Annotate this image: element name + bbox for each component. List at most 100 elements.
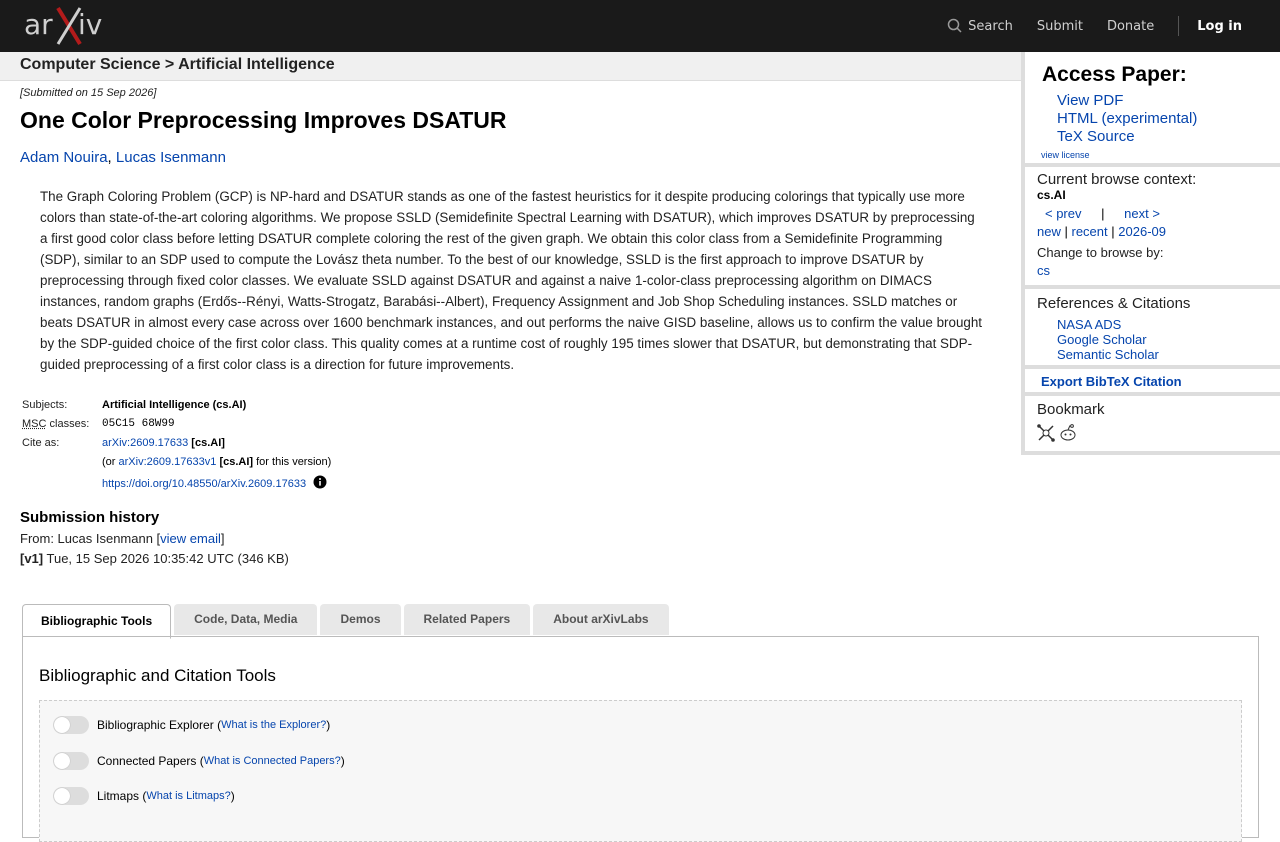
submission-date: [Submitted on 15 Sep 2026] [20,87,156,99]
breadcrumb-text: Computer Science > Artificial Intelligen… [20,56,335,74]
pipe-separator: | [1111,224,1114,239]
tool-help-link[interactable]: What is Litmaps? [146,790,230,802]
info-icon[interactable] [313,475,327,489]
toggle-switch[interactable] [53,752,89,770]
prev-next-nav: < prev | next > [1045,206,1160,221]
tab-bibliographic-tools[interactable]: Bibliographic Tools [22,604,171,639]
paper-title: One Color Preprocessing Improves DSATUR [20,107,507,134]
msc-value: 05C15 68W99 [100,417,333,436]
tool-row: Litmaps (What is Litmaps?) [53,787,235,805]
cite-category: [cs.AI] [191,437,225,449]
tool-label: Connected Papers [97,754,196,768]
semantic-scholar-link[interactable]: Semantic Scholar [1057,347,1159,362]
msc-classes-label: classes: [50,418,90,430]
divider [1025,451,1280,455]
svg-text:ar: ar [24,8,53,41]
header-bar: ar iv Search Submit Donate Log in [0,0,1280,52]
arxiv-logo[interactable]: ar iv [24,6,114,46]
cite-link[interactable]: arXiv:2609.17633 [102,437,188,449]
nasa-ads-link[interactable]: NASA ADS [1057,317,1121,332]
tool-help-link[interactable]: What is Connected Papers? [204,755,341,767]
toggle-switch[interactable] [53,716,89,734]
bookmark-heading: Bookmark [1037,401,1105,418]
top-nav: Search Submit Donate Log in [947,0,1280,52]
breadcrumb: Computer Science > Artificial Intelligen… [0,52,1021,81]
nav-divider [1178,16,1179,36]
subjects-value: Artificial Intelligence (cs.AI) [102,399,246,411]
submission-history-heading: Submission history [20,509,159,526]
tools-box: Bibliographic Explorer (What is the Expl… [39,700,1242,842]
version-line: [v1] Tue, 15 Sep 2026 10:35:42 UTC (346 … [20,551,289,566]
cite-or: (or [102,456,115,468]
browse-context-heading: Current browse context: [1037,171,1196,188]
author-link[interactable]: Adam Nouira [20,149,108,166]
next-link[interactable]: next > [1124,206,1160,221]
login-link[interactable]: Log in [1197,19,1242,34]
cite-version-link[interactable]: arXiv:2609.17633v1 [119,456,217,468]
tool-help-link[interactable]: What is the Explorer? [221,719,326,731]
references-heading: References & Citations [1037,295,1190,312]
svg-text:iv: iv [78,8,102,41]
submit-link[interactable]: Submit [1037,19,1083,34]
tab-demos[interactable]: Demos [320,604,400,635]
change-browse-label: Change to browse by: [1037,245,1163,260]
msc-abbr: MSC [22,418,46,430]
from-label: From: Lucas Isenmann [ [20,531,160,546]
toggle-switch[interactable] [53,787,89,805]
doi-link[interactable]: https://doi.org/10.48550/arXiv.2609.1763… [102,478,306,490]
version-date: Tue, 15 Sep 2026 10:35:42 UTC (346 KB) [47,551,289,566]
sidebar: Access Paper: View PDF HTML (experimenta… [1021,52,1280,455]
divider [1025,285,1280,289]
author-list: Adam Nouira, Lucas Isenmann [20,149,226,166]
prev-link[interactable]: < prev [1045,206,1082,221]
license-link[interactable]: view license [1041,150,1090,160]
cite-suffix: for this version) [256,456,331,468]
access-heading: Access Paper: [1042,63,1187,87]
search-link[interactable]: Search [947,18,1013,34]
pipe-separator: | [1064,224,1067,239]
metadata-table: Subjects: Artificial Intelligence (cs.AI… [20,398,333,493]
labs-tabs: Bibliographic Tools Code, Data, Media De… [22,604,672,637]
bookmark-icons [1037,424,1077,442]
tab-code-data-media[interactable]: Code, Data, Media [174,604,317,635]
access-links: View PDF HTML (experimental) TeX Source [1057,92,1197,146]
html-link[interactable]: HTML (experimental) [1057,110,1197,127]
tool-label: Litmaps [97,789,139,803]
subjects-label: Subjects: [20,398,100,417]
cite-label: Cite as: [20,436,100,455]
google-scholar-link[interactable]: Google Scholar [1057,332,1147,347]
divider [1025,163,1280,167]
tex-source-link[interactable]: TeX Source [1057,128,1135,145]
tab-related-papers[interactable]: Related Papers [404,604,531,635]
references-links: NASA ADS Google Scholar Semantic Scholar [1057,317,1159,362]
view-email-link[interactable]: view email [160,531,221,546]
browse-context-category: cs.AI [1037,188,1066,202]
tab-about-arxivlabs[interactable]: About arXivLabs [533,604,668,635]
tab-panel: Bibliographic and Citation Tools Bibliog… [22,636,1259,838]
pipe-separator: | [1101,206,1104,221]
listing-links: new | recent | 2026-09 [1037,224,1166,239]
bibsonomy-icon[interactable] [1037,424,1055,442]
tool-label: Bibliographic Explorer [97,718,214,732]
from-close: ] [221,531,225,546]
tool-row: Bibliographic Explorer (What is the Expl… [53,716,330,734]
divider [1025,392,1280,396]
export-bibtex-link[interactable]: Export BibTeX Citation [1041,374,1182,389]
submitter-line: From: Lucas Isenmann [view email] [20,531,224,546]
author-link[interactable]: Lucas Isenmann [116,149,226,166]
version-tag: [v1] [20,551,43,566]
tool-row: Connected Papers (What is Connected Pape… [53,752,345,770]
reddit-icon[interactable] [1059,424,1077,442]
new-link[interactable]: new [1037,224,1061,239]
cite-version-category: [cs.AI] [219,456,253,468]
donate-link[interactable]: Donate [1107,19,1154,34]
tools-heading: Bibliographic and Citation Tools [39,666,276,686]
month-link[interactable]: 2026-09 [1118,224,1166,239]
view-pdf-link[interactable]: View PDF [1057,92,1123,109]
divider [1025,365,1280,369]
msc-label: MSC classes: [20,417,100,436]
recent-link[interactable]: recent [1072,224,1108,239]
search-icon [947,18,963,34]
abstract: The Graph Coloring Problem (GCP) is NP-h… [40,186,985,375]
cs-link[interactable]: cs [1037,263,1050,278]
